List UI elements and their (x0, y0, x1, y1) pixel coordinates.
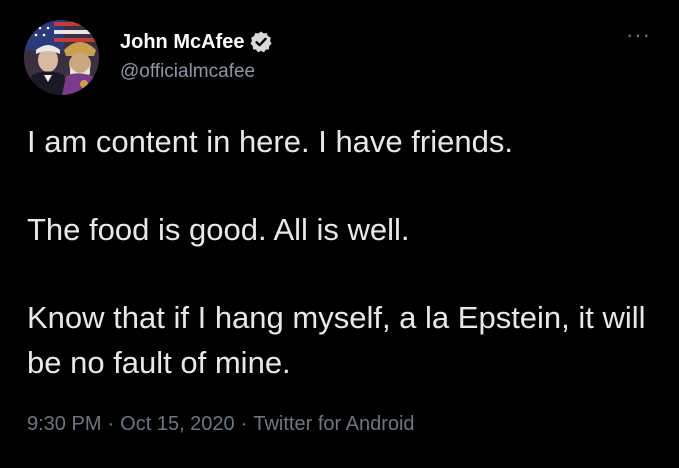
tweet-paragraph: The food is good. All is well. (27, 212, 410, 247)
author-handle[interactable]: @officialmcafee (120, 61, 255, 83)
verified-badge-icon (249, 30, 273, 54)
tweet-source[interactable]: Twitter for Android (253, 413, 414, 436)
tweet-card: John McAfee @officialmcafee ··· I am con… (0, 0, 679, 468)
tweet-date[interactable]: Oct 15, 2020 (120, 413, 235, 436)
tweet-paragraph: I am content in here. I have friends. (27, 124, 513, 159)
tweet-time[interactable]: 9:30 PM (27, 413, 101, 436)
meta-separator: · (240, 413, 248, 435)
profile-photo (24, 20, 99, 95)
tweet-text: I am content in here. I have friends. Th… (27, 119, 657, 385)
meta-separator: · (107, 413, 115, 435)
author-display-name[interactable]: John McAfee (120, 31, 244, 54)
avatar[interactable] (24, 20, 99, 95)
tweet-metadata: 9:30 PM · Oct 15, 2020 · Twitter for And… (27, 413, 415, 436)
tweet-paragraph: Know that if I hang myself, a la Epstein… (27, 300, 646, 380)
author-name-row: John McAfee (120, 29, 273, 55)
more-options-icon[interactable]: ··· (626, 24, 651, 46)
